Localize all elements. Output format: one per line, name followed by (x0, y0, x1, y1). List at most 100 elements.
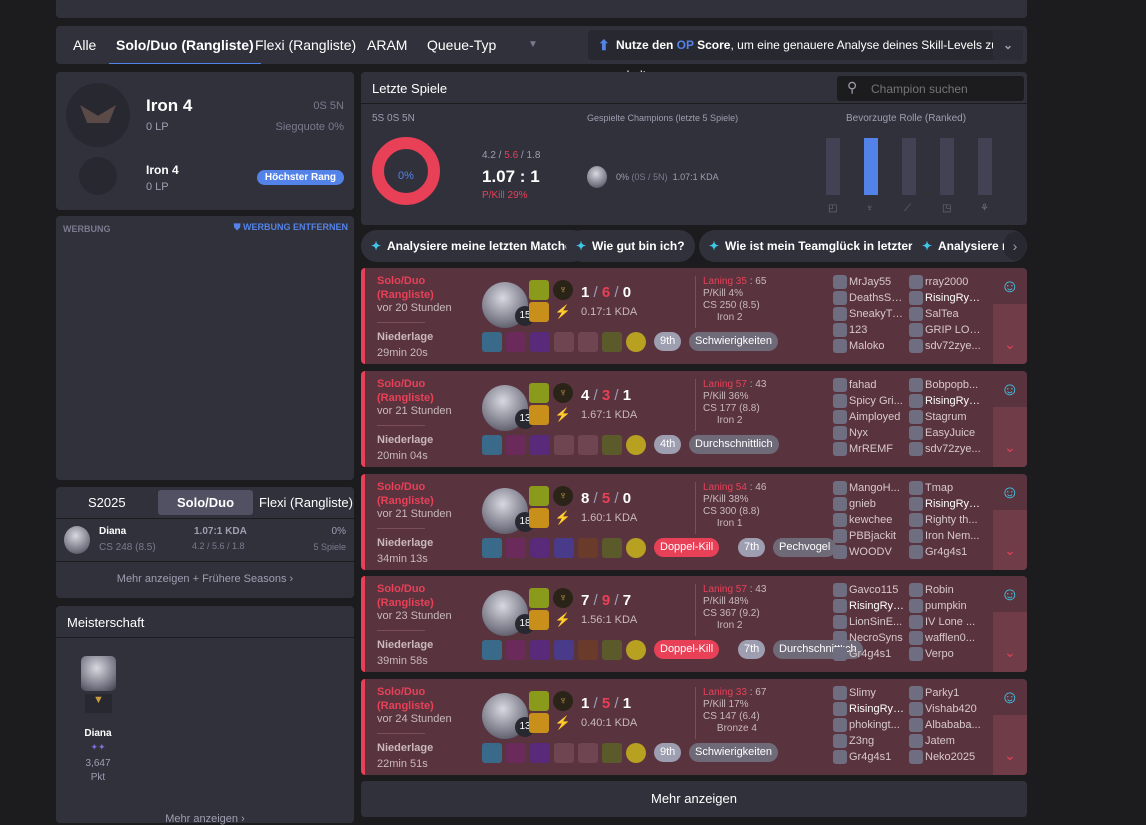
ai-chip[interactable]: Wie gut bin ich? (566, 230, 695, 262)
chevron-right-icon[interactable]: › (1004, 232, 1026, 260)
match-badge: 9th (654, 332, 682, 351)
chevron-down-icon[interactable]: ▼ (528, 26, 538, 64)
player-name[interactable]: Righty th... (909, 512, 981, 528)
tab-flex[interactable]: Flexi (Rangliste) (255, 26, 356, 64)
season-tab-s2025[interactable]: S2025 (88, 495, 126, 510)
player-name[interactable]: SalTea (909, 306, 981, 322)
player-name[interactable]: SneakyTu... (833, 306, 905, 322)
summoner-spell-ignite-icon (529, 405, 549, 425)
op-score-banner[interactable]: ⬆ Nutze den OP Score, um eine genauere A… (588, 30, 1023, 82)
ai-chip[interactable]: Analysiere meine letzten Matches (361, 230, 589, 262)
player-name[interactable]: Slimy (833, 685, 905, 701)
summoner-spell-ghost-icon (529, 588, 549, 608)
player-name[interactable]: phokingt... (833, 717, 905, 733)
season-kda: 1.07:1 KDA (194, 526, 247, 537)
item-icon (602, 435, 622, 455)
season-more-link[interactable]: Mehr anzeigen + Frühere Seasons › (56, 573, 354, 585)
player-name[interactable]: GRIP LORD (909, 322, 981, 338)
player-name[interactable]: pumpkin (909, 598, 981, 614)
player-name[interactable]: IV Lone ... (909, 614, 981, 630)
player-name[interactable]: LionSinE... (833, 614, 905, 630)
player-name[interactable]: Jatem (909, 733, 981, 749)
player-name[interactable]: Stagrum (909, 409, 981, 425)
player-name[interactable]: MangoH... (833, 480, 905, 496)
player-name[interactable]: Iron Nem... (909, 528, 981, 544)
laning-opp-score: 67 (755, 687, 767, 698)
player-name[interactable]: fahad (833, 377, 905, 393)
player-name[interactable]: RisingRyz... (909, 496, 981, 512)
player-name[interactable]: Gavco115 (833, 582, 905, 598)
match-card[interactable]: Solo/Duo (Rangliste) vor 21 Stunden Nied… (361, 474, 1027, 570)
player-name[interactable]: MrREMF (833, 441, 905, 457)
player-name[interactable]: MrJay55 (833, 274, 905, 290)
player-name[interactable]: RisingRyz... (833, 598, 905, 614)
deaths: 5 (601, 490, 611, 507)
player-name[interactable]: EasyJuice (909, 425, 981, 441)
player-name[interactable]: Albababa... (909, 717, 981, 733)
player-name[interactable]: Vishab420 (909, 701, 981, 717)
player-name[interactable]: kewchee (833, 512, 905, 528)
player-name[interactable]: sdv72zye... (909, 441, 981, 457)
ai-analysis-icon[interactable]: ☺ (1001, 379, 1019, 400)
player-name[interactable]: RisingRyz... (833, 701, 905, 717)
match-card[interactable]: Solo/Duo (Rangliste) vor 23 Stunden Nied… (361, 576, 1027, 672)
player-name[interactable]: Gr4g4s1 (833, 646, 905, 662)
player-name[interactable]: Maloko (833, 338, 905, 354)
player-name[interactable]: RisingRyz... (909, 393, 981, 409)
divider (361, 103, 1027, 104)
player-name[interactable]: sdv72zye... (909, 338, 981, 354)
player-name[interactable]: gnieb (833, 496, 905, 512)
tab-all[interactable]: Alle (73, 26, 96, 64)
expand-match-button[interactable]: ⌄ (993, 304, 1027, 364)
ai-analysis-icon[interactable]: ☺ (1001, 687, 1019, 708)
champion-search[interactable]: ⚲ (837, 76, 1024, 101)
expand-match-button[interactable]: ⌄ (993, 510, 1027, 570)
item-icon (602, 743, 622, 763)
player-name[interactable]: DeathsSh... (833, 290, 905, 306)
match-cs: CS 300 (8.8) (703, 506, 760, 517)
mastery-more-link[interactable]: Mehr anzeigen › (56, 813, 354, 825)
player-name[interactable]: Z3ng (833, 733, 905, 749)
player-name[interactable]: NecroSyns (833, 630, 905, 646)
player-name[interactable]: Robin (909, 582, 981, 598)
player-name[interactable]: wafflen0... (909, 630, 981, 646)
player-name[interactable]: Bobpopb... (909, 377, 981, 393)
player-name[interactable]: 123 (833, 322, 905, 338)
match-card[interactable]: Solo/Duo (Rangliste) vor 24 Stunden Nied… (361, 679, 1027, 775)
season-tab-solo-duo[interactable]: Solo/Duo (Ran... (158, 490, 253, 515)
item-icon (626, 332, 646, 352)
show-more-button[interactable]: Mehr anzeigen (361, 781, 1027, 817)
match-card[interactable]: Solo/Duo (Rangliste) vor 21 Stunden Nied… (361, 371, 1027, 467)
queue-type-dropdown[interactable]: Queue-Typ (427, 26, 496, 64)
player-name[interactable]: RisingRyz... (909, 290, 981, 306)
ai-analysis-icon[interactable]: ☺ (1001, 482, 1019, 503)
remove-ads-link[interactable]: ⛊ WERBUNG ENTFERNEN (234, 222, 348, 233)
player-name[interactable]: Neko2025 (909, 749, 981, 765)
match-card[interactable]: Solo/Duo (Rangliste) vor 20 Stunden Nied… (361, 268, 1027, 364)
player-name[interactable]: Verpo (909, 646, 981, 662)
champion-search-input[interactable] (871, 80, 1016, 97)
tab-aram[interactable]: ARAM (367, 26, 407, 64)
ai-analysis-icon[interactable]: ☺ (1001, 276, 1019, 297)
match-badge: 9th (654, 743, 682, 762)
player-name[interactable]: WOODV (833, 544, 905, 560)
player-name[interactable]: Gr4g4s1 (909, 544, 981, 560)
chevron-down-icon[interactable]: ⌄ (993, 30, 1023, 60)
player-name[interactable]: Tmap (909, 480, 981, 496)
chevron-down-icon: ⌄ (1004, 644, 1016, 660)
tab-solo-duo[interactable]: Solo/Duo (Rangliste) (109, 26, 261, 64)
expand-match-button[interactable]: ⌄ (993, 612, 1027, 672)
player-name[interactable]: Spicy Gri... (833, 393, 905, 409)
match-laning: Laning 54 : 46 P/Kill 38% CS 300 (8.8) Iro… (703, 482, 767, 529)
player-name[interactable]: Nyx (833, 425, 905, 441)
ai-analysis-icon[interactable]: ☺ (1001, 584, 1019, 605)
player-name[interactable]: rray2000 (909, 274, 981, 290)
expand-match-button[interactable]: ⌄ (993, 407, 1027, 467)
player-name[interactable]: Gr4g4s1 (833, 749, 905, 765)
player-name[interactable]: Aimployed (833, 409, 905, 425)
item-icon (530, 640, 550, 660)
season-tab-flex[interactable]: Flexi (Rangliste) (259, 495, 353, 510)
expand-match-button[interactable]: ⌄ (993, 715, 1027, 775)
player-name[interactable]: PBBjackit (833, 528, 905, 544)
player-name[interactable]: Parky1 (909, 685, 981, 701)
